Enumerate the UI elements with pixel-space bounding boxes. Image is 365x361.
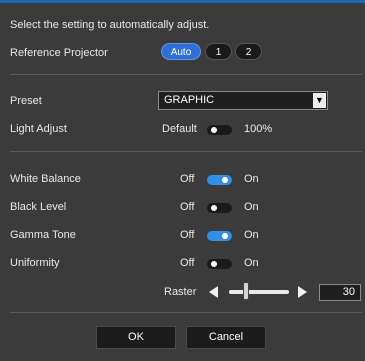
uniformity-on-label: On: [244, 257, 259, 269]
uniformity-off-label: Off: [180, 257, 195, 269]
white-balance-label: White Balance: [10, 173, 81, 185]
uniformity-toggle[interactable]: [207, 259, 232, 269]
arrow-left-icon[interactable]: [209, 286, 218, 298]
raster-slider-thumb[interactable]: [243, 282, 249, 300]
raster-value-input[interactable]: 30: [319, 284, 361, 301]
arrow-right-icon[interactable]: [298, 286, 307, 298]
reference-projector-label: Reference Projector: [10, 47, 108, 59]
raster-slider-track[interactable]: [229, 290, 289, 294]
light-adjust-label: Light Adjust: [10, 123, 67, 135]
gamma-tone-toggle[interactable]: [207, 231, 232, 241]
toggle-knob: [211, 261, 217, 267]
reference-projector-auto-button[interactable]: Auto: [161, 43, 201, 60]
white-balance-off-label: Off: [180, 173, 195, 185]
divider: [10, 74, 362, 75]
toggle-knob: [222, 177, 228, 183]
preset-value: GRAPHIC: [164, 94, 215, 106]
raster-label: Raster: [164, 286, 197, 298]
uniformity-label: Uniformity: [10, 257, 60, 269]
reference-projector-1-button[interactable]: 1: [205, 43, 232, 60]
light-adjust-toggle[interactable]: [207, 125, 232, 135]
ok-button[interactable]: OK: [96, 326, 176, 349]
black-level-label: Black Level: [10, 201, 67, 213]
black-level-on-label: On: [244, 201, 259, 213]
cancel-button[interactable]: Cancel: [186, 326, 266, 349]
reference-projector-2-button[interactable]: 2: [235, 43, 262, 60]
light-adjust-value-label: 100%: [244, 123, 273, 135]
white-balance-on-label: On: [244, 173, 259, 185]
preset-select[interactable]: GRAPHIC ▼: [158, 91, 328, 110]
toggle-knob: [222, 233, 228, 239]
black-level-off-label: Off: [180, 201, 195, 213]
divider: [10, 151, 362, 152]
white-balance-toggle[interactable]: [207, 175, 232, 185]
chevron-down-icon[interactable]: ▼: [313, 93, 326, 108]
toggle-knob: [211, 127, 217, 133]
divider: [10, 312, 362, 313]
light-adjust-default-label: Default: [162, 123, 197, 135]
black-level-toggle[interactable]: [207, 203, 232, 213]
preset-label: Preset: [10, 95, 42, 107]
gamma-tone-on-label: On: [244, 229, 259, 241]
instruction-text: Select the setting to automatically adju…: [10, 19, 210, 31]
gamma-tone-label: Gamma Tone: [10, 229, 76, 241]
toggle-knob: [211, 205, 217, 211]
auto-adjust-dialog: Select the setting to automatically adju…: [0, 0, 365, 361]
gamma-tone-off-label: Off: [180, 229, 195, 241]
